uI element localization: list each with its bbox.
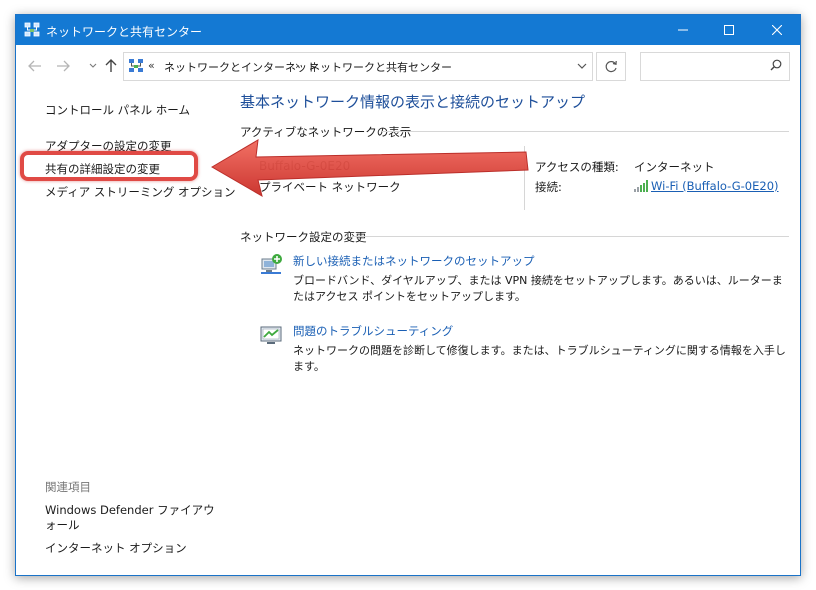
search-icon[interactable] [770, 59, 782, 74]
sidebar-item-media-streaming[interactable]: メディア ストリーミング オプション [45, 184, 236, 200]
minimize-button[interactable] [660, 15, 706, 45]
active-networks-heading: アクティブなネットワークの表示 [240, 125, 412, 139]
address-dropdown-button[interactable] [572, 52, 592, 79]
related-title: 関連項目 [45, 480, 91, 494]
sidebar-item-control-panel-home[interactable]: コントロール パネル ホーム [45, 102, 190, 118]
network-sharing-center-window: ネットワークと共有センター « ネットワークとインターネット › ネットワークと… [15, 14, 801, 576]
divider [382, 131, 789, 132]
divider [352, 236, 789, 237]
close-icon [772, 25, 782, 35]
up-arrow-icon [105, 59, 117, 72]
back-button[interactable] [24, 55, 46, 77]
network-name: Buffalo-G-0E20 [259, 159, 351, 173]
breadcrumb-network-sharing-center[interactable]: ネットワークと共有センター [309, 59, 452, 75]
divider [524, 146, 525, 210]
chevron-down-icon [89, 63, 97, 68]
forward-button[interactable] [52, 55, 74, 77]
new-connection-icon [259, 253, 283, 277]
title-bar[interactable]: ネットワークと共有センター [16, 15, 800, 45]
search-input[interactable] [645, 57, 767, 77]
refresh-button[interactable] [596, 52, 626, 81]
address-bar-row: « ネットワークとインターネット › ネットワークと共有センター [16, 45, 800, 85]
close-button[interactable] [754, 15, 800, 45]
change-settings-heading: ネットワーク設定の変更 [240, 230, 367, 244]
troubleshoot-icon [259, 323, 283, 347]
chevron-down-icon [577, 63, 587, 69]
annotation-highlight-box [20, 151, 198, 181]
connection-link[interactable]: Wi-Fi (Buffalo-G-0E20) [634, 179, 779, 195]
access-type-label: アクセスの種類: [535, 160, 619, 174]
wifi-signal-icon [634, 180, 648, 195]
back-arrow-icon [28, 60, 41, 72]
new-connection-description: ブロードバンド、ダイヤルアップ、または VPN 接続をセットアップします。あるい… [293, 274, 783, 303]
access-type-value: インターネット [634, 160, 715, 174]
new-connection-link[interactable]: 新しい接続またはネットワークのセットアップ [293, 253, 535, 269]
sidebar-item-firewall[interactable]: Windows Defender ファイアウォール [45, 503, 215, 533]
up-button[interactable] [100, 55, 122, 77]
page-title: 基本ネットワーク情報の表示と接続のセットアップ [240, 93, 586, 111]
troubleshoot-description: ネットワークの問題を診断して修復します。または、トラブルシューティングに関する情… [293, 344, 786, 373]
minimize-icon [678, 29, 688, 31]
troubleshoot-link[interactable]: 問題のトラブルシューティング [293, 323, 453, 339]
breadcrumb-overflow[interactable]: « [148, 59, 155, 72]
network-center-icon [24, 22, 40, 38]
window-title: ネットワークと共有センター [46, 25, 203, 39]
connection-link-text[interactable]: Wi-Fi (Buffalo-G-0E20) [651, 179, 779, 193]
breadcrumb-separator[interactable]: › [295, 59, 299, 72]
maximize-icon [724, 25, 734, 35]
connection-label: 接続: [535, 180, 562, 194]
control-panel-icon [128, 58, 144, 74]
forward-arrow-icon [57, 60, 70, 72]
refresh-icon [605, 60, 617, 73]
search-box[interactable] [640, 52, 790, 81]
address-box[interactable]: « ネットワークとインターネット › ネットワークと共有センター [123, 52, 593, 81]
maximize-button[interactable] [706, 15, 752, 45]
sidebar-item-internet-options[interactable]: インターネット オプション [45, 540, 187, 556]
network-type: プライベート ネットワーク [259, 180, 401, 194]
